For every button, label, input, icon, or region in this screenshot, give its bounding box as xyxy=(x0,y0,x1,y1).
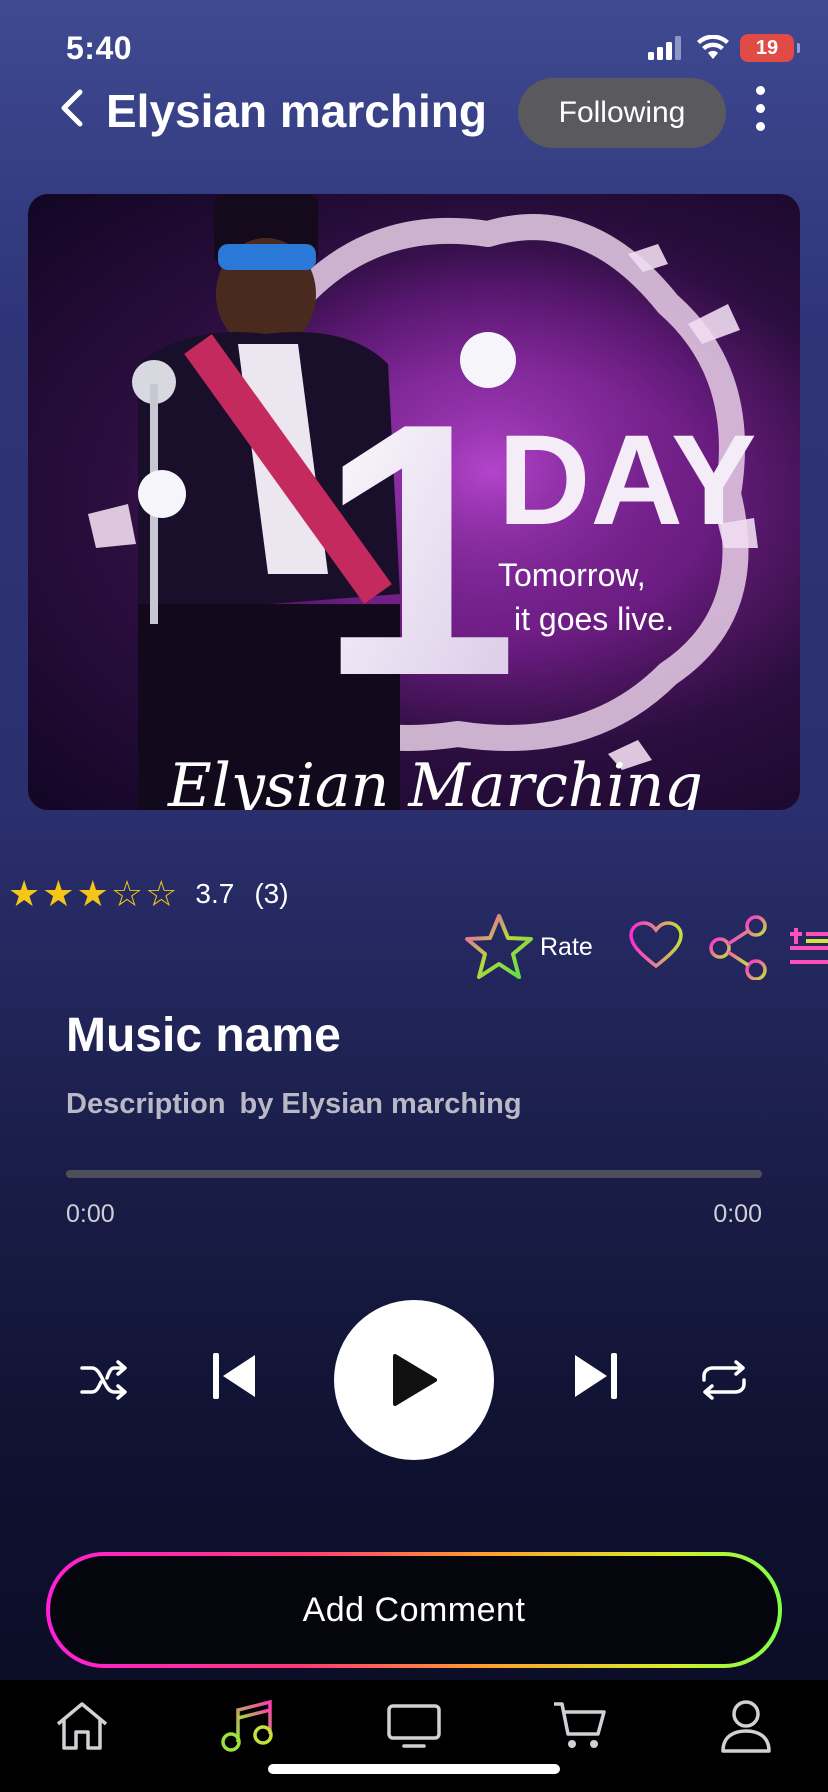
rating-count: (3) xyxy=(254,878,289,909)
rate-star-icon xyxy=(465,914,533,979)
battery-icon: 19 xyxy=(740,34,800,62)
star-filled-icon: ★ xyxy=(8,873,41,914)
status-icons: 19 xyxy=(648,34,800,62)
progress-bar[interactable] xyxy=(66,1170,762,1178)
more-dot-icon xyxy=(755,85,765,95)
tv-icon xyxy=(387,1704,441,1748)
playback-controls xyxy=(0,1300,828,1460)
heart-icon xyxy=(629,921,683,969)
cover-script: Elysian Marching xyxy=(167,751,703,810)
track-description: Description xyxy=(66,1088,226,1120)
tab-music[interactable] xyxy=(216,1696,280,1756)
cellular-signal-icon xyxy=(648,36,681,60)
skip-forward-icon xyxy=(575,1353,617,1399)
star-filled-icon: ★ xyxy=(76,873,109,914)
home-indicator xyxy=(268,1764,560,1774)
rating-value: 3.7 xyxy=(195,878,235,909)
more-dot-icon xyxy=(755,121,765,131)
star-empty-icon: ☆ xyxy=(145,873,178,914)
track-artist: by Elysian marching xyxy=(239,1088,522,1120)
cart-icon xyxy=(554,1702,606,1748)
cover-illustration: 1 DAY Tomorrow, it goes live. Elysian Ma… xyxy=(28,194,800,810)
more-options-button[interactable] xyxy=(742,78,778,138)
time-current: 0:00 xyxy=(66,1200,115,1228)
cover-tagline-1: Tomorrow, xyxy=(498,557,646,593)
share-icon xyxy=(709,915,767,981)
tab-tv[interactable] xyxy=(382,1696,446,1756)
like-button[interactable] xyxy=(628,920,684,975)
track-title: Music name xyxy=(66,1009,341,1062)
previous-button[interactable] xyxy=(204,1346,264,1406)
repeat-icon xyxy=(702,1360,746,1400)
shuffle-icon xyxy=(80,1360,127,1400)
page-title: Elysian marching xyxy=(106,85,487,137)
tab-cart[interactable] xyxy=(548,1696,612,1756)
playlist-add-icon xyxy=(790,928,828,964)
wifi-icon xyxy=(697,35,729,59)
album-cover-art: 1 DAY Tomorrow, it goes live. Elysian Ma… xyxy=(28,194,800,810)
status-time: 5:40 xyxy=(66,30,133,66)
rating-row: ★ ★ ★ ☆ ☆ 3.7 (3) xyxy=(8,876,289,912)
cover-tagline-2: it goes live. xyxy=(514,601,674,637)
status-bar: 5:40 19 xyxy=(0,0,828,80)
header: Elysian marching Following xyxy=(0,70,828,160)
tab-profile[interactable] xyxy=(714,1696,778,1756)
add-to-playlist-button[interactable] xyxy=(790,926,828,975)
share-button[interactable] xyxy=(706,914,772,985)
cover-number: 1 xyxy=(318,349,518,751)
music-icon xyxy=(221,1699,273,1752)
bottom-tab-bar xyxy=(0,1680,828,1792)
star-filled-icon: ★ xyxy=(42,873,75,914)
star-rating: ★ ★ ★ ☆ ☆ xyxy=(8,876,177,912)
rate-button[interactable]: Rate xyxy=(464,912,593,982)
track-description-line: Description by Elysian marching xyxy=(66,1088,536,1121)
cover-word: DAY xyxy=(498,409,757,552)
rate-label: Rate xyxy=(540,932,593,961)
add-comment-label: Add Comment xyxy=(50,1556,778,1664)
back-button[interactable] xyxy=(52,82,92,134)
track-actions: Rate xyxy=(464,912,828,982)
star-empty-icon: ☆ xyxy=(110,873,144,914)
following-button[interactable]: Following xyxy=(518,78,726,148)
skip-back-icon xyxy=(213,1353,255,1399)
chevron-left-icon xyxy=(61,89,83,127)
shuffle-button[interactable] xyxy=(74,1350,134,1410)
home-icon xyxy=(56,1702,108,1750)
more-dot-icon xyxy=(755,103,765,113)
play-icon xyxy=(393,1354,437,1406)
tab-home[interactable] xyxy=(50,1696,114,1756)
repeat-button[interactable] xyxy=(694,1350,754,1410)
profile-icon xyxy=(721,1700,771,1753)
time-total: 0:00 xyxy=(713,1200,762,1228)
add-comment-button[interactable]: Add Comment xyxy=(46,1552,782,1668)
play-button[interactable] xyxy=(334,1300,494,1460)
next-button[interactable] xyxy=(566,1346,626,1406)
